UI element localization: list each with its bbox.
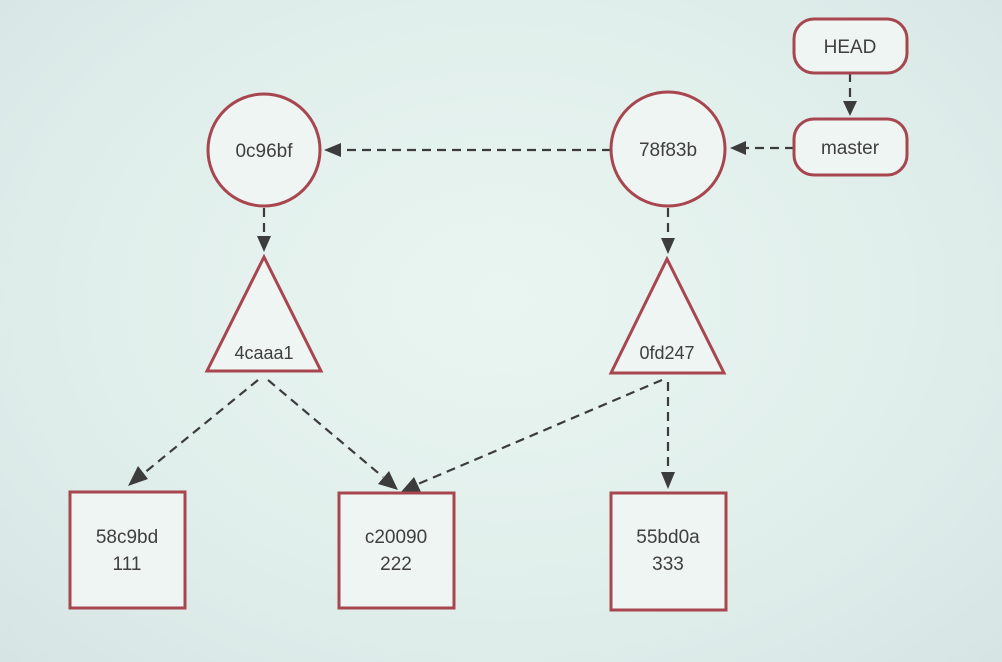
node-blob-c20090-hash: c20090 — [365, 527, 427, 548]
edge-4caaa1-58c9bd — [142, 379, 259, 475]
node-blob-c20090[interactable]: c20090 222 — [337, 491, 456, 610]
node-master-label: master — [821, 138, 880, 159]
edge-4caaa1-c20090 — [267, 379, 384, 478]
node-blob-58c9bd[interactable]: 58c9bd 111 — [68, 490, 187, 610]
node-tree-0fd247[interactable]: 0fd247 — [608, 255, 727, 375]
node-blob-58c9bd-content: 111 — [113, 554, 142, 575]
node-commit-0c96bf-label: 0c96bf — [235, 141, 293, 162]
node-tree-4caaa1[interactable]: 4caaa1 — [204, 253, 324, 373]
node-tree-4caaa1-label: 4caaa1 — [234, 343, 293, 363]
node-blob-55bd0a-hash: 55bd0a — [636, 527, 700, 548]
node-head[interactable]: HEAD — [792, 17, 909, 75]
arrow-head-icon — [661, 472, 675, 489]
node-commit-0c96bf[interactable]: 0c96bf — [206, 92, 322, 208]
arrow-head-icon — [257, 236, 271, 252]
arrow-head-icon — [401, 477, 421, 492]
node-commit-78f83b[interactable]: 78f83b — [609, 90, 727, 208]
arrow-head-icon — [324, 143, 341, 157]
node-blob-55bd0a[interactable]: 55bd0a 333 — [609, 491, 728, 612]
arrow-head-icon — [843, 101, 857, 116]
node-blob-58c9bd-hash: 58c9bd — [96, 527, 158, 548]
edge-0fd247-c20090 — [417, 378, 663, 486]
arrow-head-icon — [128, 466, 148, 486]
git-object-diagram: HEAD master 78f83b 0c96bf 4caaa1 0fd247 — [68, 17, 909, 612]
node-blob-55bd0a-content: 333 — [652, 554, 684, 575]
node-tree-0fd247-label: 0fd247 — [639, 343, 694, 363]
node-blob-c20090-content: 222 — [380, 554, 412, 575]
arrow-head-icon — [661, 238, 675, 254]
arrow-head-icon — [378, 471, 398, 490]
nodes: HEAD master 78f83b 0c96bf 4caaa1 0fd247 — [68, 17, 909, 612]
arrow-head-icon — [730, 141, 746, 155]
node-head-label: HEAD — [824, 37, 877, 58]
node-commit-78f83b-label: 78f83b — [639, 140, 697, 161]
node-master[interactable]: master — [792, 117, 909, 177]
